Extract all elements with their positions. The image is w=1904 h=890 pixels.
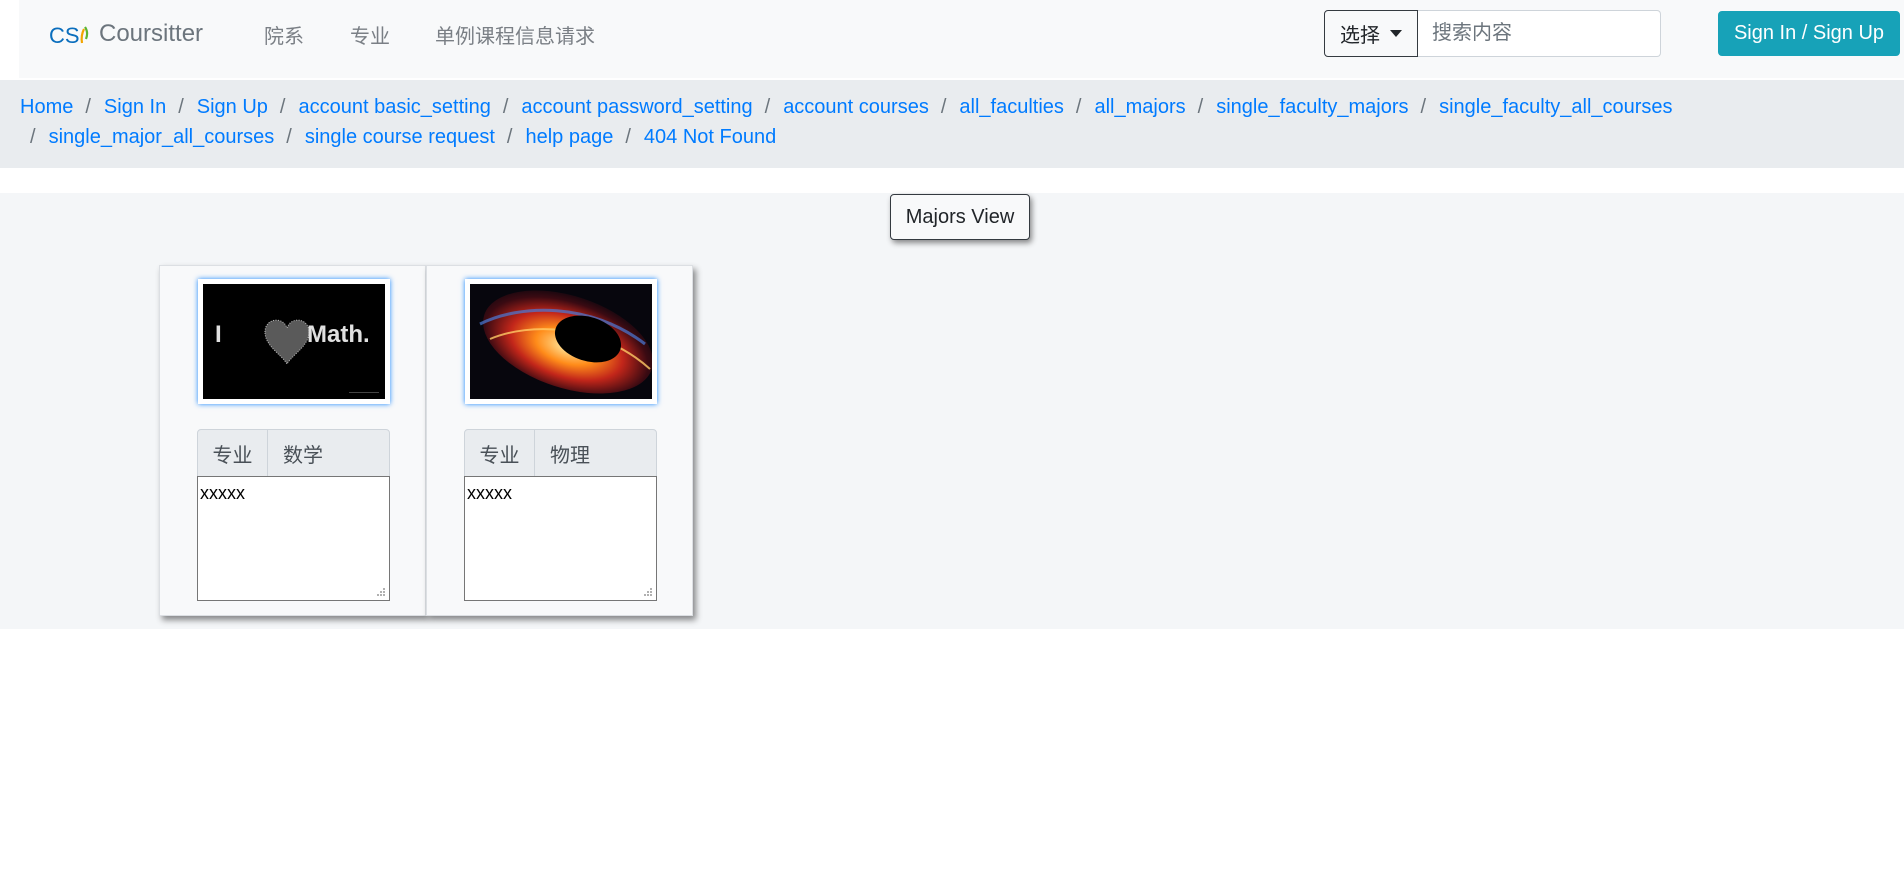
breadcrumb-account-courses[interactable]: account courses (783, 96, 929, 118)
breadcrumb-separator: / (286, 126, 292, 148)
major-card-math: I Math. 专业 数学 xxxxx (159, 265, 426, 616)
breadcrumb-account-basic-setting[interactable]: account basic_setting (298, 96, 490, 118)
major-card-physics: 专业 物理 xxxxx (426, 265, 693, 616)
breadcrumb-separator: / (1197, 96, 1204, 118)
breadcrumb-single-major-all-courses[interactable]: single_major_all_courses (49, 126, 275, 148)
breadcrumb-404-not-found[interactable]: 404 Not Found (644, 126, 776, 148)
breadcrumb-separator: / (85, 96, 91, 118)
brand[interactable]: CS Coursitter (49, 18, 203, 50)
breadcrumb: Home / Sign In / Sign Up / account basic_setti… (0, 80, 1904, 168)
breadcrumb-separator: / (506, 126, 513, 148)
majors-view-button[interactable]: Majors View (890, 194, 1030, 240)
major-image-frame[interactable] (465, 279, 657, 404)
breadcrumb-separator: / (1420, 96, 1427, 118)
major-label-group: 专业 物理 (464, 429, 657, 477)
search-group: 选择 (1324, 10, 1661, 57)
svg-text:Math.: Math. (307, 321, 370, 348)
caret-down-icon (1390, 30, 1402, 37)
brand-name[interactable]: Coursitter (99, 20, 203, 48)
major-prefix-label: 专业 (198, 430, 268, 476)
major-name: 物理 (550, 444, 590, 467)
nav-link-course-request[interactable]: 单例课程信息请求 (435, 20, 595, 49)
search-type-label: 选择 (1340, 25, 1380, 47)
search-type-dropdown[interactable]: 选择 (1324, 10, 1418, 57)
navbar: CS Coursitter 院系 专业 单例课程信息请求 选择 Sign In … (19, 0, 1904, 78)
majors-section: Majors View I Math. 专业 数学 xxxxx 专业 物理 xx… (0, 193, 1904, 629)
major-label-group: 专业 数学 (197, 429, 390, 477)
resize-grip-icon[interactable] (375, 586, 386, 597)
breadcrumb-separator: / (1075, 96, 1082, 118)
breadcrumb-separator: / (279, 96, 286, 118)
major-image-frame[interactable]: I Math. (198, 279, 390, 404)
major-prefix-label: 专业 (465, 430, 535, 476)
breadcrumb-account-password-setting[interactable]: account password_setting (521, 96, 752, 118)
breadcrumb-separator: / (30, 126, 36, 148)
resize-grip-icon[interactable] (642, 586, 653, 597)
breadcrumb-sign-in[interactable]: Sign In (104, 96, 166, 118)
search-input[interactable] (1418, 10, 1661, 57)
svg-text:I: I (215, 321, 222, 348)
breadcrumb-single-faculty-majors[interactable]: single_faculty_majors (1216, 96, 1408, 118)
breadcrumb-all-faculties[interactable]: all_faculties (959, 96, 1064, 118)
svg-text:CS: CS (49, 23, 80, 48)
major-description-textarea[interactable]: xxxxx (464, 476, 657, 601)
breadcrumb-single-course-request[interactable]: single course request (305, 126, 495, 148)
nav-link-majors[interactable]: 专业 (350, 20, 390, 49)
black-hole-image (470, 284, 652, 399)
breadcrumb-single-faculty-all-courses[interactable]: single_faculty_all_courses (1439, 96, 1672, 118)
breadcrumb-separator: / (625, 126, 631, 148)
breadcrumb-separator: / (178, 96, 184, 118)
breadcrumb-separator: / (940, 96, 947, 118)
breadcrumb-separator: / (764, 96, 771, 118)
math-image: I Math. (203, 284, 385, 399)
breadcrumb-all-majors[interactable]: all_majors (1094, 96, 1185, 118)
breadcrumb-help-page[interactable]: help page (525, 126, 613, 148)
coursitter-logo-icon: CS (49, 23, 89, 48)
major-description-textarea[interactable]: xxxxx (197, 476, 390, 601)
breadcrumb-separator: / (502, 96, 509, 118)
breadcrumb-sign-up[interactable]: Sign Up (197, 96, 268, 118)
nav-link-faculties[interactable]: 院系 (264, 20, 304, 49)
signin-signup-button[interactable]: Sign In / Sign Up (1718, 11, 1900, 56)
breadcrumb-home[interactable]: Home (20, 96, 73, 118)
major-description-text: xxxxx (467, 483, 512, 503)
major-name: 数学 (283, 444, 323, 467)
major-description-text: xxxxx (200, 483, 245, 503)
